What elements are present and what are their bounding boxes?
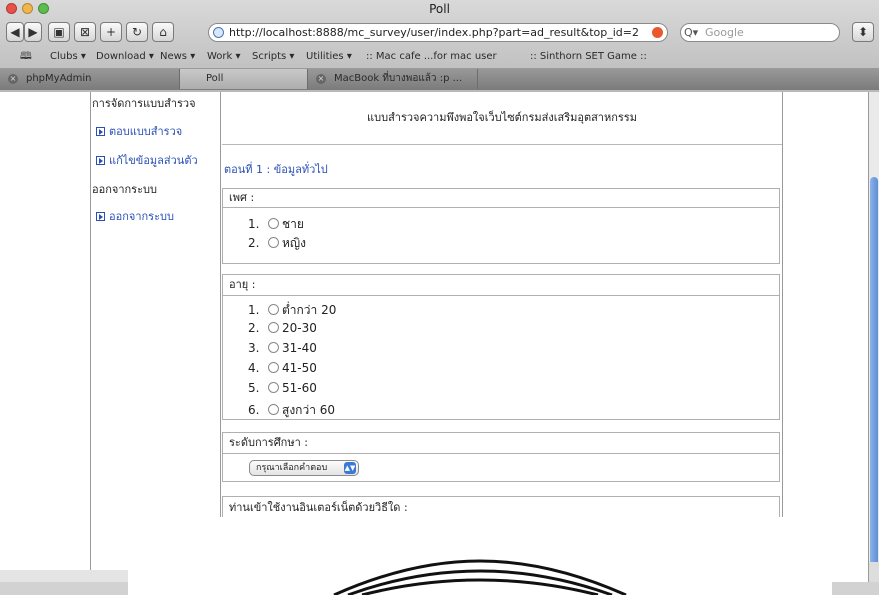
home-button[interactable]: ⌂ bbox=[152, 22, 174, 42]
question-education: ระดับการศึกษา : กรุณาเลือกคำตอบ ▲▼ bbox=[222, 432, 780, 482]
bookmark-download[interactable]: Download ▾ bbox=[96, 48, 154, 66]
address-text: http://localhost:8888/mc_survey/user/ind… bbox=[229, 26, 640, 39]
sidebar-link-edit-profile[interactable]: แก้ไขข้อมูลส่วนตัว bbox=[96, 151, 198, 169]
scroll-arrows[interactable] bbox=[869, 562, 879, 582]
home-icon: ⌂ bbox=[159, 25, 167, 39]
sidebar-link-edit-label: แก้ไขข้อมูลส่วนตัว bbox=[109, 154, 198, 167]
radio-button[interactable] bbox=[268, 382, 279, 393]
reload-icon: ↻ bbox=[131, 25, 143, 39]
sidebar-heading-logout: ออกจากระบบ bbox=[92, 183, 157, 196]
search-icon: Q▾ bbox=[684, 26, 699, 39]
window-title: Poll bbox=[429, 2, 450, 16]
sidebar-link-logout[interactable]: ออกจากระบบ bbox=[96, 207, 174, 225]
chevron-updown-icon: ⬍ bbox=[857, 25, 869, 39]
radio-button[interactable] bbox=[268, 218, 279, 229]
bookmark-scripts[interactable]: Scripts ▾ bbox=[252, 48, 294, 66]
book-icon: ⊠ bbox=[79, 25, 91, 39]
browser-chrome: Poll ◀ ▶ ▣ ⊠ + ↻ ⌂ http://localhost:8888… bbox=[0, 0, 879, 93]
tab-label: Poll bbox=[206, 73, 224, 84]
chevron-updown-icon: ▲▼ bbox=[344, 462, 356, 474]
address-bar[interactable]: http://localhost:8888/mc_survey/user/ind… bbox=[208, 23, 668, 42]
bookmarks-button[interactable]: ⊠ bbox=[74, 22, 96, 42]
question-gender-label: เพศ : bbox=[223, 189, 779, 208]
age-option-5[interactable]: 5. 51-60 bbox=[248, 381, 317, 395]
bookmark-mac-cafe[interactable]: :: Mac cafe ...for mac user bbox=[366, 48, 497, 66]
tab-macbook[interactable]: × MacBook ที่บางพอแล้ว :p ... bbox=[308, 69, 478, 89]
forward-button[interactable]: ▶ bbox=[24, 22, 42, 42]
search-placeholder: Google bbox=[705, 26, 744, 39]
tab-label: phpMyAdmin bbox=[26, 73, 92, 84]
plus-icon: + bbox=[105, 25, 117, 39]
question-gender: เพศ : 1. ชาย 2. หญิง bbox=[222, 188, 780, 264]
age-option-4[interactable]: 4. 41-50 bbox=[248, 361, 317, 375]
page-content: การจัดการแบบสำรวจ ตอบแบบสำรวจ แก้ไขข้อมู… bbox=[0, 92, 868, 582]
gender-option-1[interactable]: 1. ชาย bbox=[248, 215, 304, 234]
question-age: อายุ : 1. ต่ำกว่า 20 2. 20-30 3. 31-40 4. 41… bbox=[222, 274, 780, 420]
add-bookmark-button[interactable]: + bbox=[100, 22, 122, 42]
bookmark-news[interactable]: News ▾ bbox=[160, 48, 195, 66]
question-age-label: อายุ : bbox=[223, 275, 779, 296]
right-margin bbox=[783, 92, 868, 582]
stop-loading-icon[interactable] bbox=[652, 27, 663, 38]
education-select[interactable]: กรุณาเลือกคำตอบ ▲▼ bbox=[249, 460, 359, 476]
close-window-button[interactable] bbox=[6, 3, 17, 14]
window-controls bbox=[6, 3, 49, 14]
close-tab-icon[interactable]: × bbox=[8, 74, 18, 84]
tab-poll[interactable]: × Poll bbox=[180, 69, 308, 89]
reload-button[interactable]: ↻ bbox=[126, 22, 148, 42]
print-button[interactable]: ▣ bbox=[48, 22, 70, 42]
sidebar: การจัดการแบบสำรวจ ตอบแบบสำรวจ แก้ไขข้อมู… bbox=[0, 92, 221, 582]
age-option-1[interactable]: 1. ต่ำกว่า 20 bbox=[248, 301, 336, 320]
search-field[interactable]: Q▾ Google bbox=[680, 23, 840, 42]
toolbar: ◀ ▶ ▣ ⊠ + ↻ ⌂ http://localhost:8888/mc_s… bbox=[0, 20, 879, 46]
tab-bar: × phpMyAdmin × Poll × MacBook ที่บางพอแล… bbox=[0, 68, 879, 90]
bookmark-utilities[interactable]: Utilities ▾ bbox=[306, 48, 352, 66]
arrow-box-icon bbox=[96, 212, 105, 221]
survey-title: แบบสำรวจความพึงพอใจเว็บไซต์กรมส่งเสริมอุ… bbox=[222, 92, 782, 145]
survey-form: แบบสำรวจความพึงพอใจเว็บไซต์กรมส่งเสริมอุ… bbox=[222, 92, 783, 582]
bookmark-work[interactable]: Work ▾ bbox=[207, 48, 241, 66]
tab-phpmyadmin[interactable]: × phpMyAdmin bbox=[0, 69, 180, 89]
radio-button[interactable] bbox=[268, 404, 279, 415]
radio-button[interactable] bbox=[268, 322, 279, 333]
zoom-window-button[interactable] bbox=[38, 3, 49, 14]
globe-icon bbox=[213, 27, 224, 38]
sidebar-link-logout-label: ออกจากระบบ bbox=[109, 210, 174, 223]
arcs-graphic bbox=[333, 559, 627, 595]
bookmark-sinthorn[interactable]: :: Sinthorn SET Game :: bbox=[530, 48, 647, 66]
bookmarks-bar: 🕮 Clubs ▾ Download ▾ News ▾ Work ▾ Scrip… bbox=[0, 48, 879, 66]
vertical-scrollbar[interactable] bbox=[868, 92, 879, 582]
printer-icon: ▣ bbox=[53, 25, 65, 39]
tab-label: MacBook ที่บางพอแล้ว :p ... bbox=[334, 73, 463, 84]
gender-option-2[interactable]: 2. หญิง bbox=[248, 234, 306, 253]
sidebar-link-answer[interactable]: ตอบแบบสำรวจ bbox=[96, 122, 182, 140]
arrow-box-icon bbox=[96, 156, 105, 165]
bookmark-clubs[interactable]: Clubs ▾ bbox=[50, 48, 86, 66]
sidebar-heading-manage: การจัดการแบบสำรวจ bbox=[92, 97, 196, 110]
close-tab-icon[interactable]: × bbox=[316, 74, 326, 84]
tab-menu-button[interactable]: ⬍ bbox=[852, 22, 874, 42]
arrow-box-icon bbox=[96, 127, 105, 136]
radio-button[interactable] bbox=[268, 362, 279, 373]
radio-button[interactable] bbox=[268, 342, 279, 353]
bookmarks-book-icon[interactable]: 🕮 bbox=[20, 48, 32, 66]
age-option-3[interactable]: 3. 31-40 bbox=[248, 341, 317, 355]
sidebar-divider bbox=[90, 92, 91, 582]
question-education-label: ระดับการศึกษา : bbox=[223, 433, 779, 454]
age-option-6[interactable]: 6. สูงกว่า 60 bbox=[248, 401, 335, 420]
sidebar-link-answer-label: ตอบแบบสำรวจ bbox=[109, 125, 183, 138]
age-option-2[interactable]: 2. 20-30 bbox=[248, 321, 317, 335]
radio-button[interactable] bbox=[268, 304, 279, 315]
scrollbar-thumb[interactable] bbox=[870, 177, 878, 567]
radio-button[interactable] bbox=[268, 237, 279, 248]
section-title: ตอนที่ 1 : ข้อมูลทั่วไป bbox=[224, 163, 328, 176]
minimize-window-button[interactable] bbox=[22, 3, 33, 14]
overlay-graphic bbox=[128, 517, 832, 595]
back-button[interactable]: ◀ bbox=[6, 22, 24, 42]
education-select-value: กรุณาเลือกคำตอบ bbox=[256, 463, 328, 473]
